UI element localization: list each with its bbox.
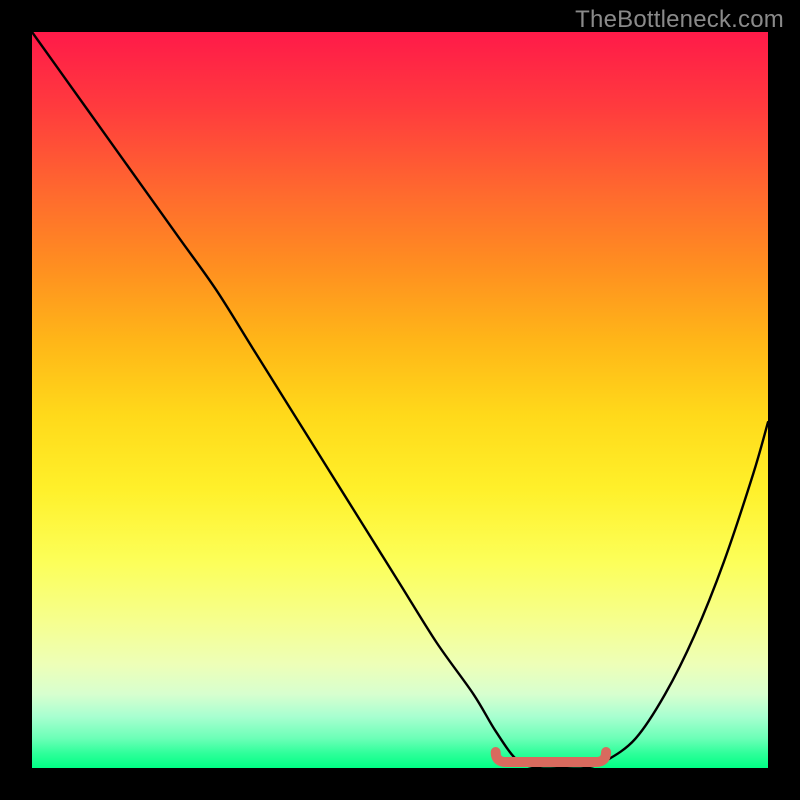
chart-frame: TheBottleneck.com bbox=[0, 0, 800, 800]
watermark-text: TheBottleneck.com bbox=[575, 6, 784, 34]
bottleneck-curve bbox=[32, 32, 768, 768]
chart-plot-area bbox=[32, 32, 768, 768]
chart-svg bbox=[32, 32, 768, 768]
